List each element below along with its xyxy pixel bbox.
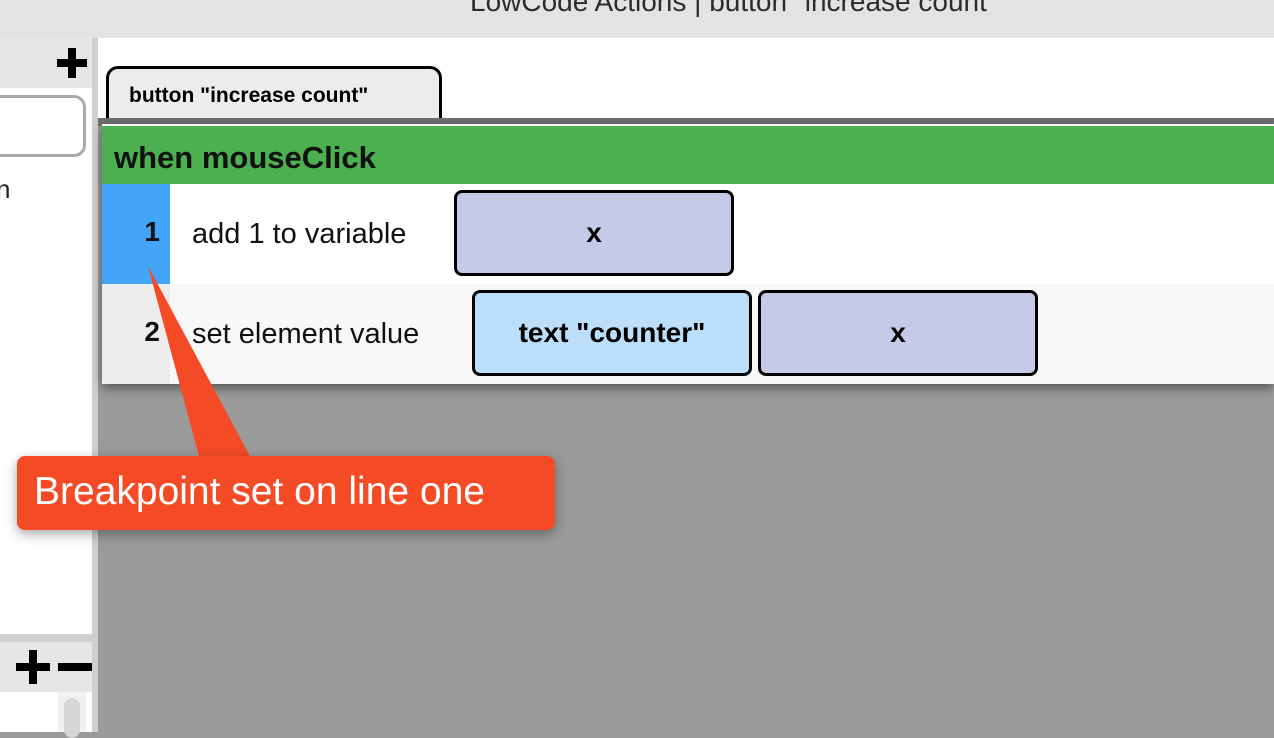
sidebar-divider — [0, 634, 98, 642]
sidebar-footer — [0, 642, 98, 692]
tab-button-increase-count[interactable]: button "increase count" — [106, 66, 442, 122]
element-argument-slot[interactable]: text "counter" — [472, 290, 752, 376]
sidebar-scrollbar-thumb[interactable] — [64, 698, 80, 738]
window-titlebar: LowCode Actions | button "increase count… — [0, 0, 1274, 38]
add-plus-icon[interactable] — [14, 648, 52, 686]
statement-label: add 1 to variable — [192, 218, 407, 250]
annotation-callout: Breakpoint set on line one — [17, 456, 555, 530]
window-title: LowCode Actions | button "increase count… — [470, 0, 997, 17]
sidebar-header — [0, 38, 98, 88]
variable-argument-slot[interactable]: x — [454, 190, 734, 276]
code-line-1[interactable]: 1 add 1 to variable x — [102, 184, 1274, 284]
sidebar-list-item[interactable]: n — [0, 174, 10, 205]
event-header[interactable]: when mouseClick — [102, 126, 1274, 184]
line-gutter-breakpoint[interactable]: 1 — [102, 184, 170, 284]
remove-minus-icon[interactable] — [56, 648, 94, 686]
add-plus-icon[interactable] — [55, 46, 89, 80]
code-line-2[interactable]: 2 set element value text "counter" x — [102, 284, 1274, 384]
sidebar-search-input[interactable] — [0, 95, 86, 157]
line-gutter[interactable]: 2 — [102, 284, 170, 384]
statement-label: set element value — [192, 318, 420, 350]
left-sidebar: n — [0, 38, 98, 738]
sidebar-splitter[interactable] — [92, 38, 98, 732]
variable-argument-slot[interactable]: x — [758, 290, 1038, 376]
